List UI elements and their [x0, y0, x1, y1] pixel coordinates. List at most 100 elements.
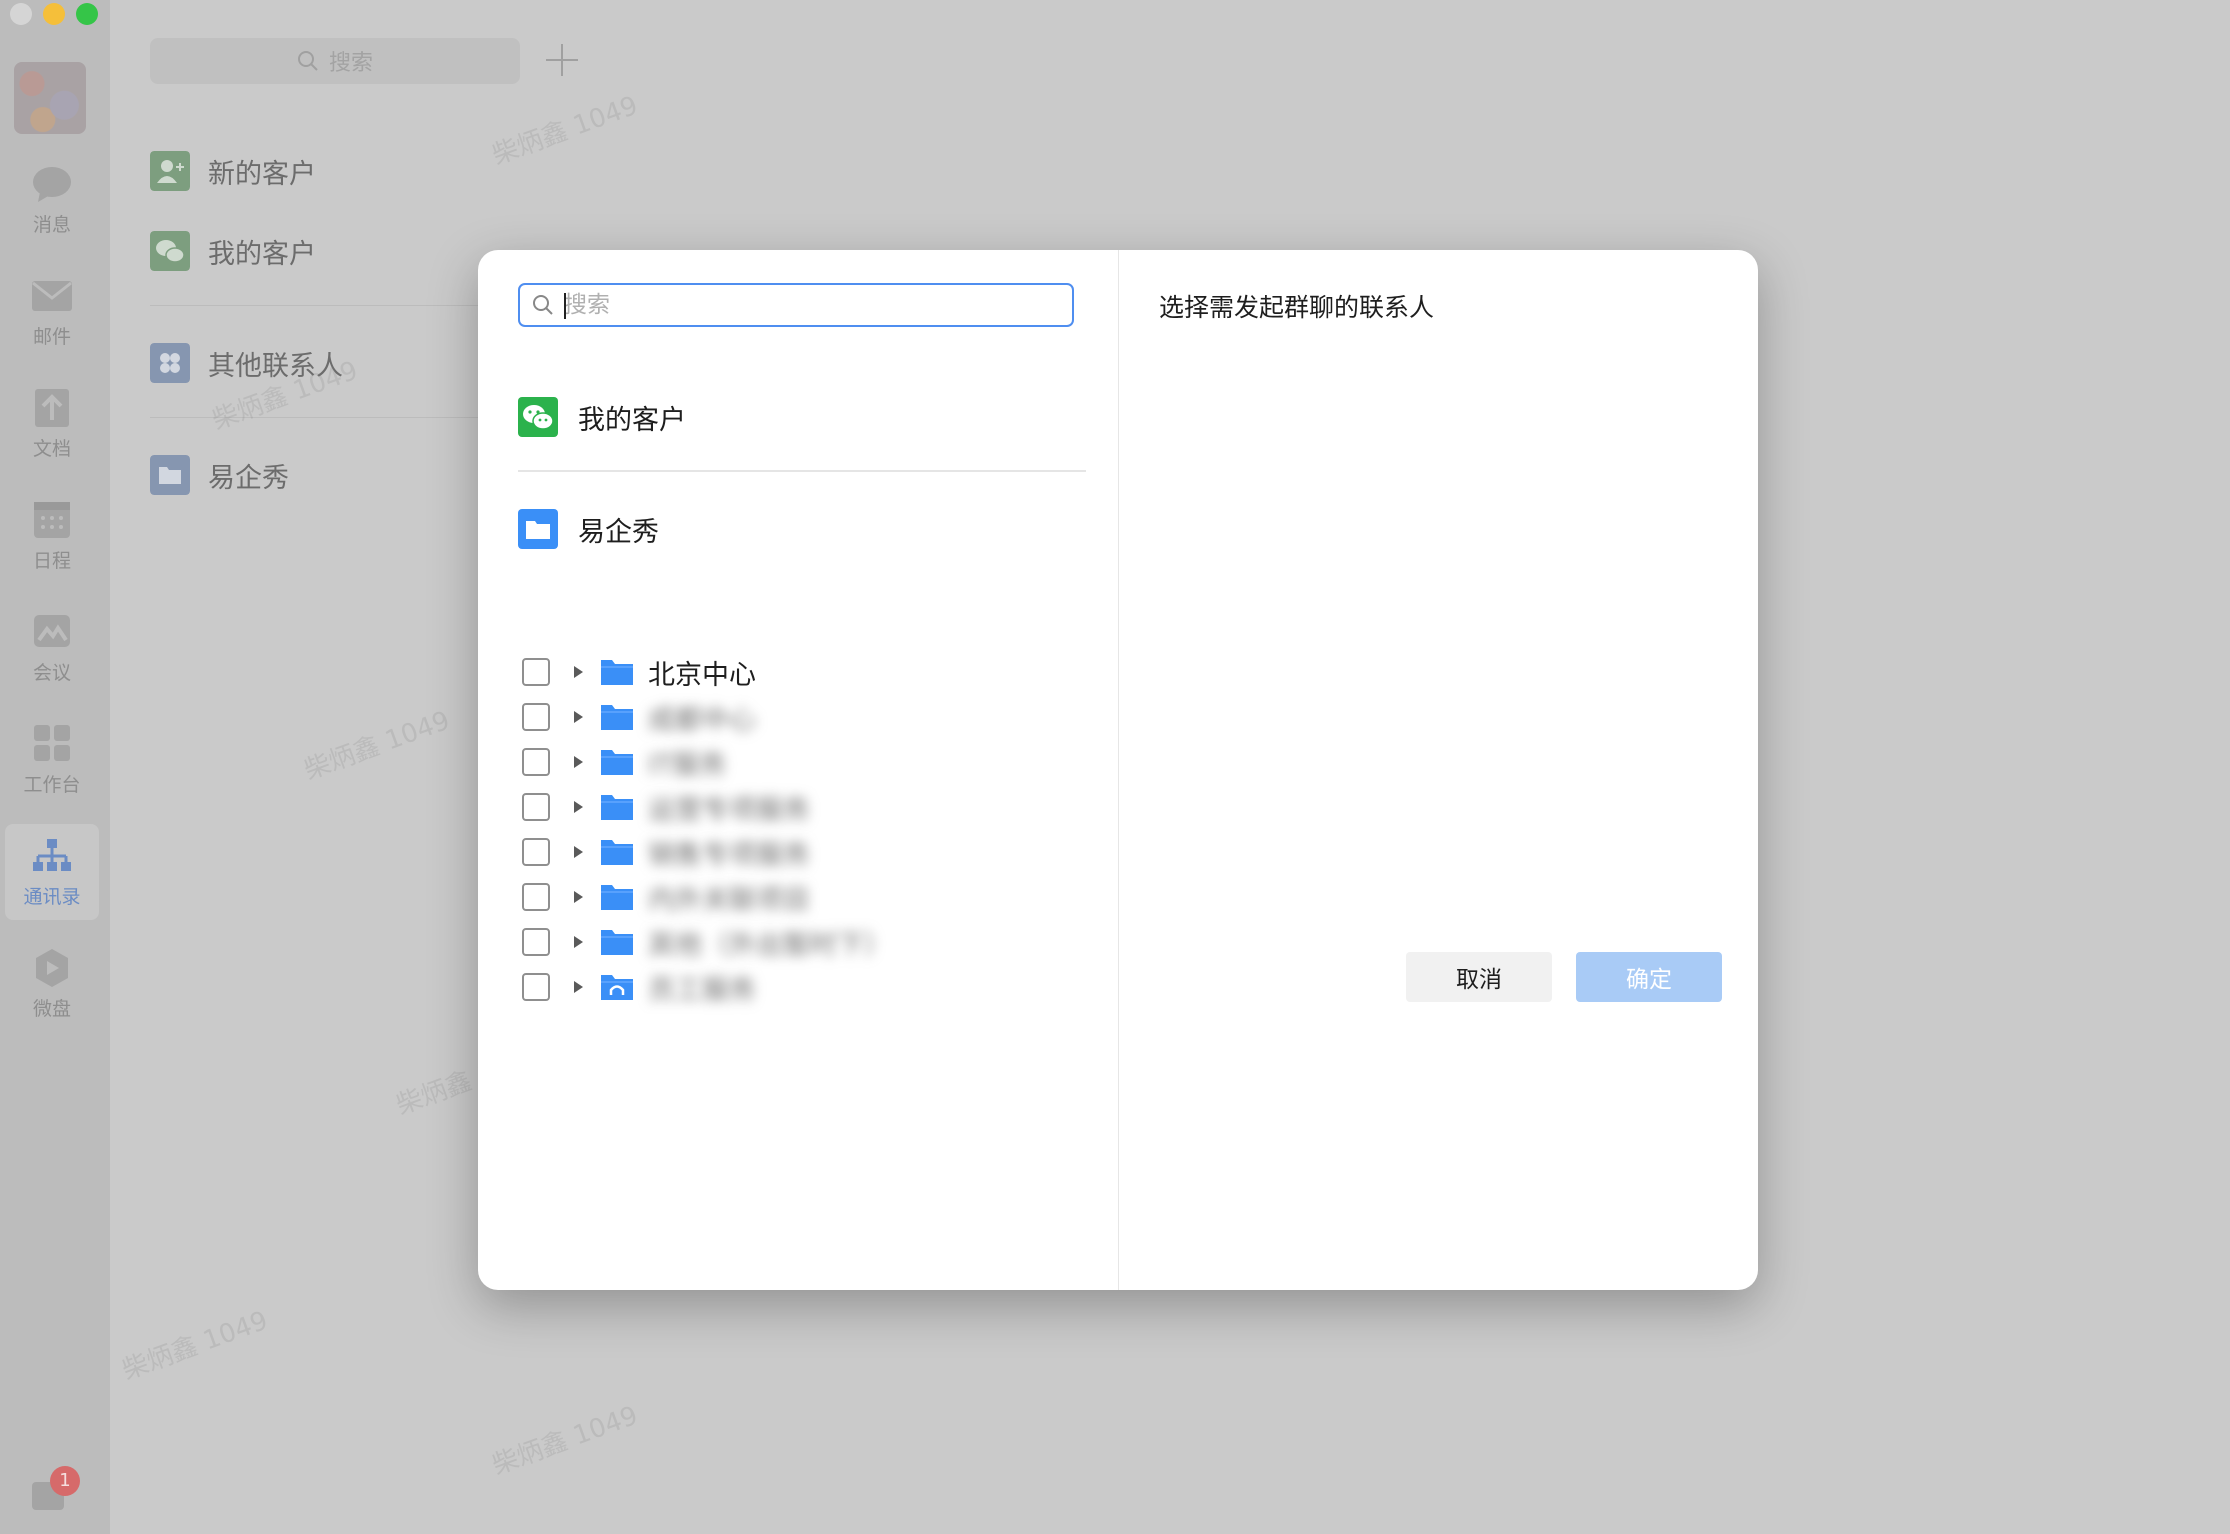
expand-arrow-icon[interactable] [574, 711, 583, 723]
calendar-icon [34, 501, 70, 538]
nav-item-contacts[interactable]: 通讯录 [5, 824, 99, 920]
department-row[interactable]: 北京中心 [522, 654, 756, 691]
folder-icon [601, 885, 633, 910]
chat-bubble-icon [33, 166, 71, 202]
department-row[interactable]: IT服务 [522, 744, 727, 781]
nav-item-label: 邮件 [32, 325, 71, 348]
folder-icon [601, 750, 633, 775]
text-cursor [564, 293, 566, 319]
window-controls [10, 3, 98, 25]
service-folder-icon [601, 975, 633, 1000]
expand-arrow-icon[interactable] [574, 936, 583, 948]
department-label: 北京中心 [648, 659, 756, 691]
selected-contacts-pane: 选择需发起群聊的联系人 [1119, 250, 1758, 1290]
confirm-button[interactable]: 确定 [1576, 952, 1722, 1002]
nav-item-label: 工作台 [23, 773, 81, 796]
expand-arrow-icon[interactable] [574, 846, 583, 858]
nav-item-label: 会议 [32, 661, 71, 684]
search-icon [533, 295, 553, 315]
contacts-item-my-customers[interactable]: 我的客户 [150, 227, 316, 275]
department-label: 成都中心 [648, 704, 756, 736]
expand-arrow-icon[interactable] [574, 666, 583, 678]
expand-arrow-icon[interactable] [574, 891, 583, 903]
contacts-item-org[interactable]: 易企秀 [150, 451, 289, 499]
nav-item-label: 消息 [32, 213, 71, 236]
meeting-icon [34, 614, 70, 647]
unread-badge: 1 [50, 1466, 80, 1496]
department-row[interactable]: 其他（外出暂时下） [522, 924, 891, 961]
expand-arrow-icon[interactable] [574, 756, 583, 768]
expand-arrow-icon[interactable] [574, 981, 583, 993]
search-placeholder: 搜索 [328, 51, 373, 76]
my-customers-section[interactable]: 我的客户 [518, 395, 686, 439]
department-checkbox[interactable] [522, 883, 550, 911]
wechat-icon [150, 231, 190, 271]
department-label: 内外关联项目 [648, 884, 810, 916]
department-checkbox[interactable] [522, 703, 550, 731]
department-checkbox[interactable] [522, 838, 550, 866]
expand-arrow-icon[interactable] [574, 801, 583, 813]
department-label: 其他（外出暂时下） [648, 929, 891, 961]
org-folder-icon [518, 509, 558, 549]
add-button[interactable] [542, 40, 582, 80]
nav-item-calendar[interactable]: 日程 [5, 488, 99, 584]
close-window-button[interactable] [10, 3, 32, 25]
org-label: 易企秀 [578, 516, 659, 548]
contacts-search-input[interactable]: 搜索 [150, 38, 520, 84]
minimize-window-button[interactable] [43, 3, 65, 25]
nav-rail: 消息 邮件 文档 日程 会议 工作台 通讯录 微盘 1 [0, 0, 110, 1534]
avatar[interactable] [14, 62, 86, 134]
other-contacts-icon [150, 343, 190, 383]
folder-icon [601, 660, 633, 685]
org-chart-icon [33, 838, 71, 871]
folder-icon [601, 930, 633, 955]
grid-icon [34, 724, 70, 761]
department-label: 销售专项服务 [648, 839, 810, 871]
org-section: 易企秀 [518, 507, 659, 551]
nav-item-workbench[interactable]: 工作台 [5, 712, 99, 808]
contacts-item-new-customers[interactable]: 新的客户 [150, 147, 316, 195]
department-row[interactable]: 员工服务 [522, 969, 756, 1006]
department-row[interactable]: 运营专项服务 [522, 789, 810, 826]
nav-item-messages[interactable]: 消息 [5, 152, 99, 248]
add-contact-icon [150, 151, 190, 191]
wechat-icon [518, 397, 558, 437]
drive-icon [36, 948, 68, 987]
nav-item-label: 通讯录 [23, 885, 81, 908]
nav-item-mail[interactable]: 邮件 [5, 264, 99, 360]
search-icon [297, 51, 318, 71]
department-checkbox[interactable] [522, 748, 550, 776]
department-row[interactable]: 内外关联项目 [522, 879, 810, 916]
nav-item-docs[interactable]: 文档 [5, 376, 99, 472]
zoom-window-button[interactable] [76, 3, 98, 25]
nav-item-drive[interactable]: 微盘 [5, 936, 99, 1032]
my-customers-label: 我的客户 [578, 404, 686, 436]
department-row[interactable]: 销售专项服务 [522, 834, 810, 871]
folder-icon [150, 455, 190, 495]
nav-item-label: 微盘 [32, 997, 71, 1020]
folder-icon [601, 705, 633, 730]
department-checkbox[interactable] [522, 793, 550, 821]
nav-item-label: 日程 [32, 549, 71, 572]
dialog-search-input[interactable] [564, 289, 1064, 321]
create-group-chat-dialog: 我的客户 易企秀 北京中心成都中心 IT服务运营专项服务销售专项服务内外关联项目其… [478, 250, 1758, 1290]
contact-picker-pane: 我的客户 易企秀 北京中心成都中心 IT服务运营专项服务销售专项服务内外关联项目其… [478, 250, 1119, 1290]
dialog-search-field[interactable] [518, 283, 1074, 327]
divider [518, 470, 1086, 472]
document-icon [35, 388, 69, 427]
nav-item-label: 文档 [32, 437, 71, 460]
folder-icon [601, 840, 633, 865]
contacts-item-label: 新的客户 [208, 158, 316, 190]
contacts-item-label: 我的客户 [208, 238, 316, 270]
contacts-item-label: 易企秀 [208, 462, 289, 494]
department-checkbox[interactable] [522, 658, 550, 686]
nav-item-meeting[interactable]: 会议 [5, 600, 99, 696]
department-checkbox[interactable] [522, 928, 550, 956]
envelope-icon [32, 280, 72, 311]
folder-icon [601, 795, 633, 820]
department-row[interactable]: 成都中心 [522, 699, 756, 736]
selection-title: 选择需发起群聊的联系人 [1159, 293, 1435, 322]
department-label: IT服务 [648, 749, 727, 781]
department-checkbox[interactable] [522, 973, 550, 1001]
cancel-button[interactable]: 取消 [1406, 952, 1552, 1002]
